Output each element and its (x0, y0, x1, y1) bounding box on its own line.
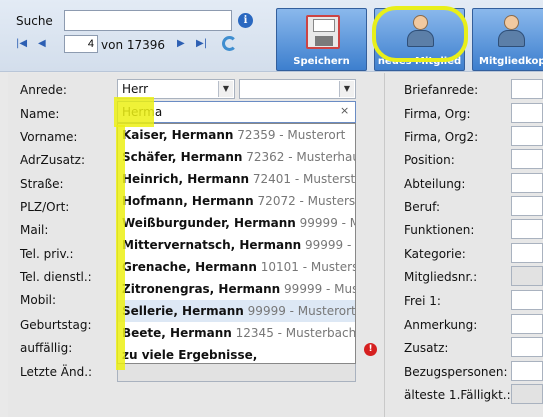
firma-org2-field[interactable] (511, 126, 543, 146)
label-kategorie: Kategorie: (404, 247, 466, 261)
name-suggestion-list[interactable]: Kaiser, Hermann 72359 - Musterort Schäfer… (117, 123, 356, 364)
label-frei1: Frei 1: (404, 294, 441, 308)
funktionen-field[interactable] (511, 219, 543, 239)
zusatz-field[interactable] (511, 337, 543, 357)
suggestion-item[interactable]: Kaiser, Hermann 72359 - Musterort (118, 124, 355, 146)
letzte-aend-field (117, 362, 356, 382)
new-member-button[interactable]: neues Mitglied (374, 8, 465, 71)
suggestion-item[interactable]: Schäfer, Hermann 72362 - Musterhau (118, 146, 355, 168)
beruf-field[interactable] (511, 196, 543, 216)
person-copy-icon (495, 15, 529, 49)
suggestion-item[interactable]: Heinrich, Hermann 72401 - Musterst (118, 168, 355, 190)
suggestion-item[interactable]: Beete, Hermann 12345 - Musterbach (118, 322, 355, 344)
alert-icon: ! (364, 343, 377, 356)
label-tel-priv: Tel. priv.: (20, 247, 74, 261)
label-mitgliedsnr: Mitgliedsnr.: (404, 270, 478, 284)
suggestion-item[interactable]: Zitronengras, Hermann 99999 - Muster (118, 278, 355, 300)
prev-record-icon[interactable]: ◀ (38, 38, 46, 50)
label-briefanrede: Briefanrede: (404, 83, 479, 97)
frei1-field[interactable] (511, 290, 543, 310)
label-zusatz: Zusatz: (404, 341, 449, 355)
label-aelteste: älteste 1.Fälligkt.: (404, 388, 511, 402)
label-firma-org: Firma, Org: (404, 107, 471, 121)
label-bezugspersonen: Bezugspersonen: (404, 365, 508, 379)
search-label: Suche (16, 14, 53, 28)
aelteste-field (511, 384, 543, 404)
briefanrede-field[interactable] (511, 79, 543, 99)
label-plz-ort: PLZ/Ort: (20, 200, 70, 214)
member-copy-button[interactable]: Mitgliedkop (472, 8, 543, 71)
label-letzte-aend: Letzte Änd.: (20, 365, 93, 379)
label-abteilung: Abteilung: (404, 177, 466, 191)
suggestion-item[interactable]: zu viele Ergebnisse, (118, 344, 355, 363)
suggestion-item[interactable]: Weißburgunder, Hermann 99999 - M (118, 212, 355, 234)
chevron-down-icon[interactable]: ▼ (339, 81, 354, 97)
kategorie-field[interactable] (511, 243, 543, 263)
label-strasse: Straße: (20, 177, 64, 191)
suggestion-item[interactable]: Grenache, Hermann 10101 - Musterst (118, 256, 355, 278)
label-position: Position: (404, 153, 455, 167)
label-name: Name: (20, 107, 60, 121)
record-total: von 17396 (101, 38, 166, 52)
chevron-down-icon[interactable]: ▼ (218, 81, 233, 97)
last-record-icon[interactable]: ▶| (196, 38, 207, 50)
position-field[interactable] (511, 149, 543, 169)
suggestion-item[interactable]: Sellerie, Hermann 99999 - Musterort (118, 300, 355, 322)
label-mobil: Mobil: (20, 293, 57, 307)
bezugspersonen-field[interactable] (511, 361, 543, 381)
label-funktionen: Funktionen: (404, 223, 475, 237)
label-auffaellig: auffällig: (20, 341, 73, 355)
label-firma-org2: Firma, Org2: (404, 130, 479, 144)
save-button[interactable]: Speichern (276, 8, 367, 71)
label-beruf: Beruf: (404, 200, 440, 214)
toolbar: Suche i |◀ ◀ von 17396 ▶ ▶| Speichern ne… (0, 0, 543, 72)
info-icon[interactable]: i (238, 13, 253, 28)
next-record-icon[interactable]: ▶ (177, 38, 185, 50)
label-adrzusatz: AdrZusatz: (20, 153, 86, 167)
floppy-disk-icon (306, 15, 340, 49)
anrede-select[interactable]: Herr ▼ (117, 79, 235, 99)
anrede2-select[interactable]: ▼ (239, 79, 356, 99)
clear-icon[interactable]: × (340, 104, 349, 117)
anmerkung-field[interactable] (511, 314, 543, 334)
highlight-mark (116, 125, 125, 370)
label-geburtstag: Geburtstag: (20, 318, 92, 332)
person-icon (404, 15, 438, 49)
firma-org-field[interactable] (511, 103, 543, 123)
label-anmerkung: Anmerkung: (404, 318, 478, 332)
label-tel-dienst: Tel. dienstl.: (20, 270, 92, 284)
highlight-mark (114, 97, 154, 127)
label-mail: Mail: (20, 223, 49, 237)
abteilung-field[interactable] (511, 173, 543, 193)
first-record-icon[interactable]: |◀ (16, 38, 27, 50)
label-vorname: Vorname: (20, 130, 78, 144)
suggestion-item[interactable]: Hofmann, Hermann 72072 - Musterst (118, 190, 355, 212)
refresh-icon[interactable] (222, 36, 237, 51)
suggestion-item[interactable]: Mittervernatsch, Hermann 99999 - Mu (118, 234, 355, 256)
label-anrede: Anrede: (20, 83, 67, 97)
mitgliedsnr-field (511, 266, 543, 286)
search-input[interactable] (64, 10, 232, 31)
record-number-input[interactable] (64, 35, 98, 53)
